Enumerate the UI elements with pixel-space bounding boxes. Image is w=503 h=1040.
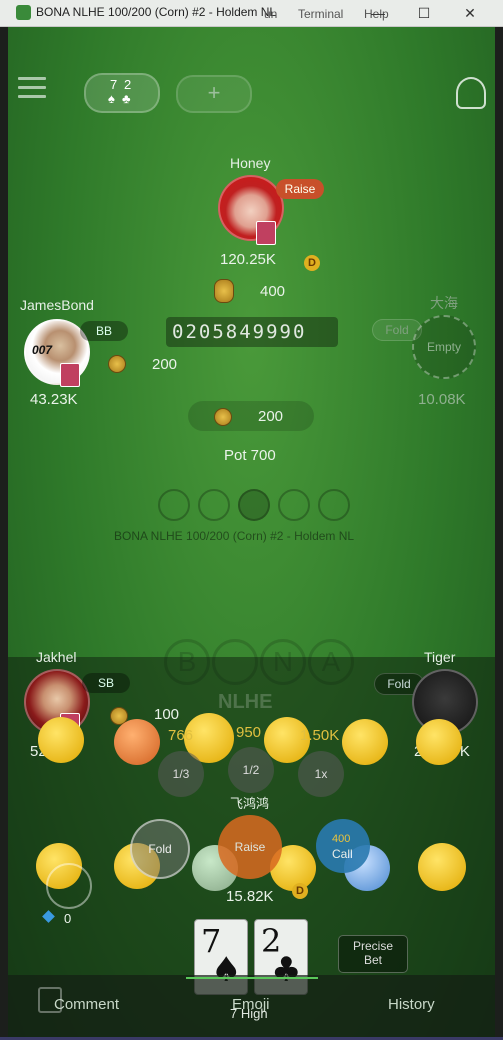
player-name-jakhel: Jakhel bbox=[36, 649, 77, 665]
card-preview-1: 7 bbox=[110, 77, 118, 92]
bet-full-button[interactable]: 1x bbox=[298, 751, 344, 797]
stack-honey: 120.25K bbox=[220, 251, 276, 268]
active-tab-indicator bbox=[186, 977, 318, 979]
club-icon: ♣ bbox=[122, 91, 131, 106]
cards-preview-button[interactable]: 7 2 ♠ ♣ bbox=[84, 73, 160, 113]
bottom-bar: Comment Emoji History 7 High bbox=[8, 975, 495, 1037]
spade-icon: ♠ bbox=[108, 91, 115, 106]
emoji-tongue-icon[interactable] bbox=[416, 719, 462, 765]
empty-seat[interactable]: Empty bbox=[412, 315, 476, 379]
card-preview-2: 2 bbox=[124, 77, 132, 92]
player-name-tiger: Tiger bbox=[424, 649, 456, 665]
maximize-button[interactable]: ☐ bbox=[404, 3, 444, 23]
pot-total: Pot 700 bbox=[224, 447, 276, 464]
badge-bb: BB bbox=[80, 321, 128, 341]
bet-james: 200 bbox=[152, 356, 178, 373]
bet-honey: 400 bbox=[260, 283, 286, 300]
menu-terminal[interactable]: Terminal bbox=[298, 7, 343, 21]
menu-run[interactable]: un bbox=[264, 7, 277, 21]
window-title: BONA NLHE 100/200 (Corn) #2 - Holdem NL bbox=[36, 5, 277, 19]
badge-sb: SB bbox=[82, 673, 130, 693]
call-button[interactable]: 400 Call bbox=[316, 819, 370, 873]
tab-comment[interactable]: Comment bbox=[54, 996, 119, 1013]
raise-button[interactable]: Raise bbox=[218, 815, 282, 879]
stack-james: 43.23K bbox=[30, 391, 78, 408]
emoji-smirk-icon[interactable] bbox=[342, 719, 388, 765]
close-button[interactable]: ✕ bbox=[450, 3, 490, 23]
board-slot bbox=[198, 489, 230, 521]
bet-half-button[interactable]: 1/2 bbox=[228, 747, 274, 793]
poker-table: 7 2 ♠ ♣ + Honey Raise 120.25K D 400 Jame… bbox=[8, 27, 495, 1037]
stack-dahai: 10.08K bbox=[418, 391, 466, 408]
menu-icon[interactable] bbox=[18, 77, 46, 101]
chip-icon bbox=[108, 355, 126, 373]
card-back-icon bbox=[60, 363, 80, 387]
logo-subtitle: NLHE bbox=[218, 691, 273, 713]
center-bet: 200 bbox=[188, 401, 314, 431]
card-back-icon bbox=[256, 221, 276, 245]
bet-jakhel: 100 bbox=[154, 706, 180, 723]
action-badge-raise: Raise bbox=[276, 179, 324, 199]
bet-option-150k[interactable]: 1.50K bbox=[300, 727, 339, 744]
board-slot-active bbox=[238, 489, 270, 521]
player-name-dahai: 大海 bbox=[430, 295, 458, 311]
fold-button[interactable]: Fold bbox=[130, 819, 190, 879]
bet-option-950[interactable]: 950 bbox=[236, 724, 261, 741]
hero-stack: 15.82K bbox=[226, 888, 274, 905]
player-profile-icon[interactable] bbox=[456, 77, 486, 109]
window-titlebar: BONA NLHE 100/200 (Corn) #2 - Holdem NL … bbox=[0, 0, 503, 27]
player-name-honey: Honey bbox=[230, 155, 271, 171]
hand-counter: 0205849990 bbox=[166, 317, 338, 347]
emoji-grin-icon[interactable] bbox=[38, 717, 84, 763]
bet-third-button[interactable]: 1/3 bbox=[158, 751, 204, 797]
table-name-label: BONA NLHE 100/200 (Corn) #2 - Holdem NL bbox=[114, 529, 355, 543]
chip-icon bbox=[214, 408, 232, 426]
hand-strength-label: 7 High bbox=[230, 1006, 268, 1021]
dealer-button: D bbox=[304, 255, 320, 271]
player-name-james: JamesBond bbox=[20, 297, 94, 313]
board-slot bbox=[278, 489, 310, 521]
board-slot bbox=[318, 489, 350, 521]
chip-stack-icon bbox=[214, 279, 234, 303]
emoji-cool-icon[interactable] bbox=[418, 843, 466, 891]
tab-history[interactable]: History bbox=[388, 996, 435, 1013]
hero-name: 飞鸿鸿 bbox=[230, 796, 270, 811]
timer-ring bbox=[46, 863, 92, 909]
board-slot bbox=[158, 489, 190, 521]
dealer-button: D bbox=[292, 883, 308, 899]
bet-option-766[interactable]: 766 bbox=[168, 727, 193, 744]
emoji-angry-icon[interactable] bbox=[114, 719, 160, 765]
precise-bet-button[interactable]: Precise Bet bbox=[338, 935, 408, 973]
add-table-button[interactable]: + bbox=[176, 75, 252, 113]
minimize-button[interactable]: — bbox=[358, 3, 398, 23]
diamond-count: 0 bbox=[64, 911, 72, 926]
app-icon bbox=[16, 5, 31, 20]
